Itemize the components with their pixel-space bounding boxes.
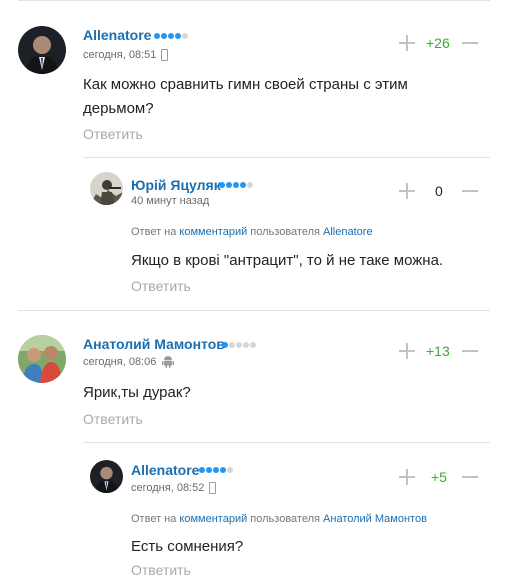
comment-score: +26 [426,35,450,51]
comment-score: 0 [435,183,443,199]
rating-dot [240,182,246,188]
comment-text: Якщо в крові "антрацит", то й не таке мо… [131,252,444,269]
rating-dot [233,182,239,188]
upvote-button[interactable] [399,183,415,199]
rating-dots [199,467,239,474]
upvote-button[interactable] [399,343,415,359]
reply-context-middle: пользователя [250,226,320,238]
avatar-photo [90,460,123,493]
comment-time: сегодня, 08:52 [131,482,205,494]
reply-context-prefix: Ответ на [131,513,177,525]
rating-dot [220,467,226,473]
reply-button[interactable]: Ответить [131,278,191,294]
downvote-button[interactable] [462,190,478,192]
reply-context-prefix: Ответ на [131,226,177,238]
rating-dots [219,182,259,189]
upvote-button[interactable] [399,469,415,485]
avatar-photo [90,172,123,205]
rating-dots [222,342,262,349]
avatar[interactable] [90,172,123,205]
reply-context-middle: пользователя [250,513,320,525]
rating-dot [175,33,181,39]
rating-dot [199,467,205,473]
divider [18,0,490,1]
comment-text: Есть сомнения? [131,538,244,555]
parent-user-link[interactable]: Allenatore [323,226,373,238]
author-name[interactable]: Юрій Яцуляк [131,177,221,193]
divider [83,157,490,158]
rating-dot [250,342,256,348]
reply-button[interactable]: Ответить [83,126,143,142]
comment-score: +5 [431,469,447,485]
reply-context: Ответ на комментарий пользователя Анатол… [131,513,427,525]
rating-dot [154,33,160,39]
mobile-phone-icon [209,482,216,494]
rating-dot [227,467,233,473]
android-icon [162,356,174,368]
parent-comment-link[interactable]: комментарий [179,513,247,525]
rating-dot [229,342,235,348]
rating-dot [219,182,225,188]
comment-time: сегодня, 08:51 [83,49,157,61]
rating-dot [236,342,242,348]
rating-dot [226,182,232,188]
parent-comment-link[interactable]: комментарий [179,226,247,238]
avatar[interactable] [18,335,66,383]
author-name[interactable]: Allenatore [83,27,151,43]
avatar-photo [18,26,66,74]
rating-dot [206,467,212,473]
comment-score: +13 [426,343,450,359]
reply-button[interactable]: Ответить [83,411,143,427]
avatar[interactable] [18,26,66,74]
comment-text: Ярик,ты дурак? [83,384,191,401]
rating-dot [161,33,167,39]
rating-dot [247,182,253,188]
avatar[interactable] [90,460,123,493]
divider [18,310,490,311]
comment-text: Как можно сравнить гимн своей страны с э… [83,76,408,117]
upvote-button[interactable] [399,35,415,51]
comment-time: сегодня, 08:06 [83,356,157,368]
author-name[interactable]: Анатолий Мамонтов [83,336,225,352]
avatar-photo [18,335,66,383]
rating-dot [243,342,249,348]
parent-user-link[interactable]: Анатолий Мамонтов [323,513,427,525]
reply-context: Ответ на комментарий пользователя Allena… [131,226,373,238]
author-name[interactable]: Allenatore [131,462,199,478]
rating-dot [168,33,174,39]
downvote-button[interactable] [462,476,478,478]
rating-dots [154,33,194,40]
rating-dot [213,467,219,473]
downvote-button[interactable] [462,42,478,44]
rating-dot [222,342,228,348]
rating-dot [182,33,188,39]
comment-time: 40 минут назад [131,195,210,207]
divider [83,442,490,443]
reply-button[interactable]: Ответить [131,562,191,578]
downvote-button[interactable] [462,350,478,352]
mobile-phone-icon [161,49,168,61]
